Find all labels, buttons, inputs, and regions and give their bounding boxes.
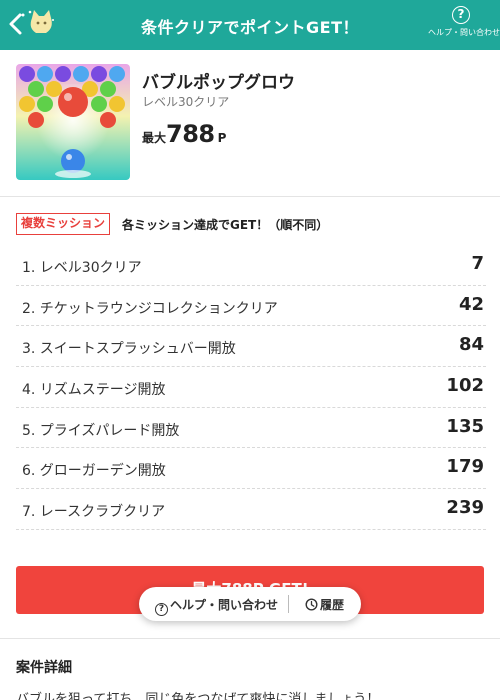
page-title: 条件クリアでポイントGET！: [141, 18, 359, 37]
mission-description: 各ミッション達成でGET！（順不同）: [122, 218, 329, 232]
app-subtitle: レベル30クリア: [142, 95, 230, 109]
max-label: 最大: [142, 131, 167, 145]
mission-header: 複数ミッション 各ミッション達成でGET！（順不同）: [16, 213, 486, 237]
mission-points: 7: [471, 253, 484, 274]
help-label: ヘルプ・問い合わせ: [428, 28, 500, 37]
floating-help-button[interactable]: ? ヘルプ・問い合わせ: [155, 596, 278, 616]
mission-label: 6. グローガーデン開放: [22, 463, 166, 480]
help-button[interactable]: ? ヘルプ・問い合わせ: [428, 6, 500, 38]
app-name: バブルポップグロウ: [142, 73, 295, 93]
mission-row: 4. リズムステージ開放 102: [16, 367, 486, 408]
mission-row: 1. レベル30クリア 7: [16, 245, 486, 286]
separator: [288, 595, 289, 613]
mission-points: 102: [446, 375, 484, 397]
mission-points: 179: [446, 456, 484, 478]
mission-label: 3. スイートスプラッシュバー開放: [22, 341, 236, 358]
divider: [0, 638, 500, 639]
mission-points: 239: [446, 497, 484, 519]
mission-list: 1. レベル30クリア 7 2. チケットラウンジコレクションクリア 42 3.…: [16, 245, 486, 530]
app-header: 条件クリアでポイントGET！ ? ヘルプ・問い合わせ: [0, 0, 500, 50]
mission-label: 2. チケットラウンジコレクションクリア: [22, 300, 278, 317]
max-points-value: 788: [166, 120, 215, 148]
floating-action-bar: ? ヘルプ・問い合わせ 履歴: [139, 587, 361, 621]
bubble-game-icon: [16, 64, 130, 180]
help-circle-icon: ?: [155, 603, 168, 616]
floating-help-label: ヘルプ・問い合わせ: [170, 598, 279, 612]
max-points: 最大788 P: [142, 120, 226, 148]
mission-label: 1. レベル30クリア: [22, 260, 142, 276]
mission-points: 135: [446, 415, 484, 437]
history-clock-icon: [305, 598, 318, 611]
divider: [0, 196, 500, 197]
mission-row: 2. チケットラウンジコレクションクリア 42: [16, 286, 486, 327]
details-text: バブルを狙って打ち、同じ色をつなげて爽快に消しましょう！: [16, 692, 380, 700]
mission-points: 84: [458, 334, 484, 356]
mission-points: 42: [458, 293, 484, 315]
mission-row: 3. スイートスプラッシュバー開放 84: [16, 326, 486, 368]
mission-label: 5. プライズパレード開放: [22, 422, 180, 439]
mission-type-badge: 複数ミッション: [16, 213, 111, 235]
details-title: 案件詳細: [16, 660, 72, 676]
mission-label: 4. リズムステージ開放: [22, 382, 166, 399]
points-unit: P: [217, 131, 227, 145]
mission-label: 7. レースクラブクリア: [22, 504, 166, 521]
mission-row: 6. グローガーデン開放 179: [16, 448, 486, 490]
history-label: 履歴: [320, 598, 345, 612]
app-card: バブルポップグロウ レベル30クリア 最大788 P: [16, 64, 486, 182]
mission-row: 5. プライズパレード開放 135: [16, 408, 486, 449]
mission-row: 7. レースクラブクリア 239: [16, 489, 486, 530]
help-icon: ?: [452, 6, 470, 24]
history-button[interactable]: 履歴: [305, 596, 344, 613]
